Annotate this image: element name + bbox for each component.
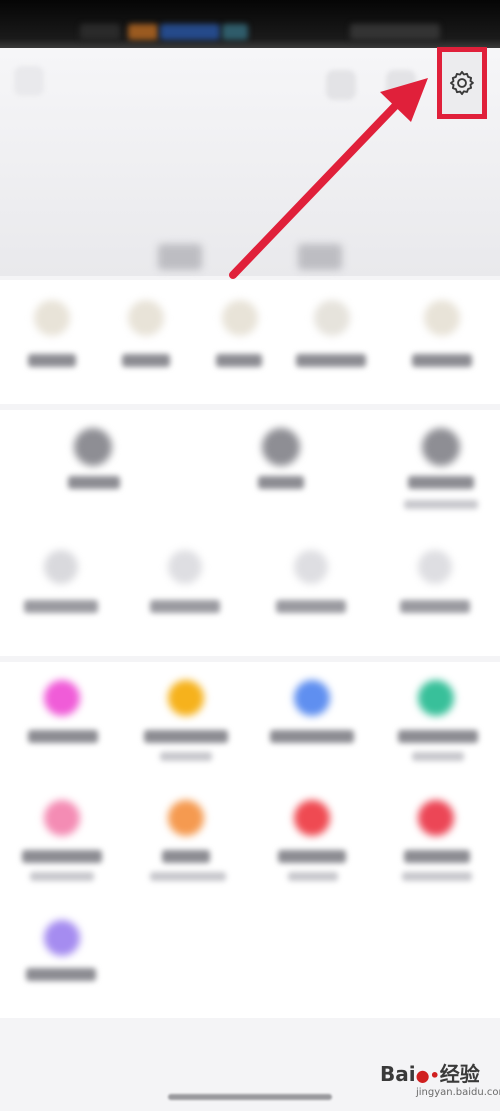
services-card: [0, 410, 500, 656]
profile-header: [0, 48, 500, 276]
app-label: [404, 850, 470, 863]
app-label: [162, 850, 210, 863]
app-icon[interactable]: [168, 680, 204, 716]
service-icon[interactable]: [418, 550, 452, 584]
watermark: Bai●•经验 jingyan.baidu.com: [380, 1056, 500, 1106]
scan-button[interactable]: [326, 70, 356, 100]
app-sublabel: [412, 752, 464, 761]
status-blur: [350, 24, 440, 40]
app-icon[interactable]: [44, 800, 80, 836]
service-icon[interactable]: [294, 550, 328, 584]
service-label: [258, 476, 304, 489]
tool-icon[interactable]: [128, 300, 164, 336]
app-label: [144, 730, 228, 743]
service-sublabel: [404, 500, 478, 509]
gear-icon: [449, 70, 474, 96]
app-sublabel: [402, 872, 472, 881]
status-blur: [80, 24, 120, 40]
message-button[interactable]: [386, 70, 416, 100]
app-sublabel: [150, 872, 226, 881]
tool-label: [216, 354, 262, 367]
status-blur: [222, 24, 248, 40]
header-tab[interactable]: [298, 244, 342, 270]
app-icon[interactable]: [294, 800, 330, 836]
tool-label: [122, 354, 170, 367]
quick-tools-card: [0, 280, 500, 404]
status-blur: [128, 24, 158, 40]
service-icon[interactable]: [422, 428, 460, 466]
tool-label: [296, 354, 366, 367]
app-icon[interactable]: [418, 680, 454, 716]
tool-icon[interactable]: [314, 300, 350, 336]
service-label: [408, 476, 474, 489]
app-label: [270, 730, 354, 743]
tool-icon[interactable]: [424, 300, 460, 336]
service-icon[interactable]: [168, 550, 202, 584]
app-label: [28, 730, 98, 743]
header-tab[interactable]: [158, 244, 202, 270]
app-icon[interactable]: [294, 680, 330, 716]
tool-label: [412, 354, 472, 367]
app-icon[interactable]: [44, 680, 80, 716]
service-label: [400, 600, 470, 613]
app-sublabel: [160, 752, 212, 761]
tool-icon[interactable]: [34, 300, 70, 336]
service-label: [24, 600, 98, 613]
back-button[interactable]: [14, 66, 44, 96]
app-label: [22, 850, 102, 863]
tool-label: [28, 354, 76, 367]
service-label: [276, 600, 346, 613]
app-label: [26, 968, 96, 981]
app-sublabel: [288, 872, 338, 881]
service-icon[interactable]: [74, 428, 112, 466]
service-label: [68, 476, 120, 489]
home-indicator[interactable]: [168, 1094, 332, 1100]
service-icon[interactable]: [44, 550, 78, 584]
app-icon[interactable]: [44, 920, 80, 956]
app-icon[interactable]: [418, 800, 454, 836]
apps-card: [0, 662, 500, 1018]
settings-button[interactable]: [437, 47, 487, 119]
status-bar: [0, 0, 500, 48]
service-label: [150, 600, 220, 613]
tool-icon[interactable]: [222, 300, 258, 336]
status-blur: [160, 24, 220, 40]
app-label: [398, 730, 478, 743]
app-icon[interactable]: [168, 800, 204, 836]
app-sublabel: [30, 872, 94, 881]
watermark-url: jingyan.baidu.com: [416, 1087, 500, 1098]
service-icon[interactable]: [262, 428, 300, 466]
app-label: [278, 850, 346, 863]
watermark-brand: Bai●•经验: [380, 1062, 480, 1086]
